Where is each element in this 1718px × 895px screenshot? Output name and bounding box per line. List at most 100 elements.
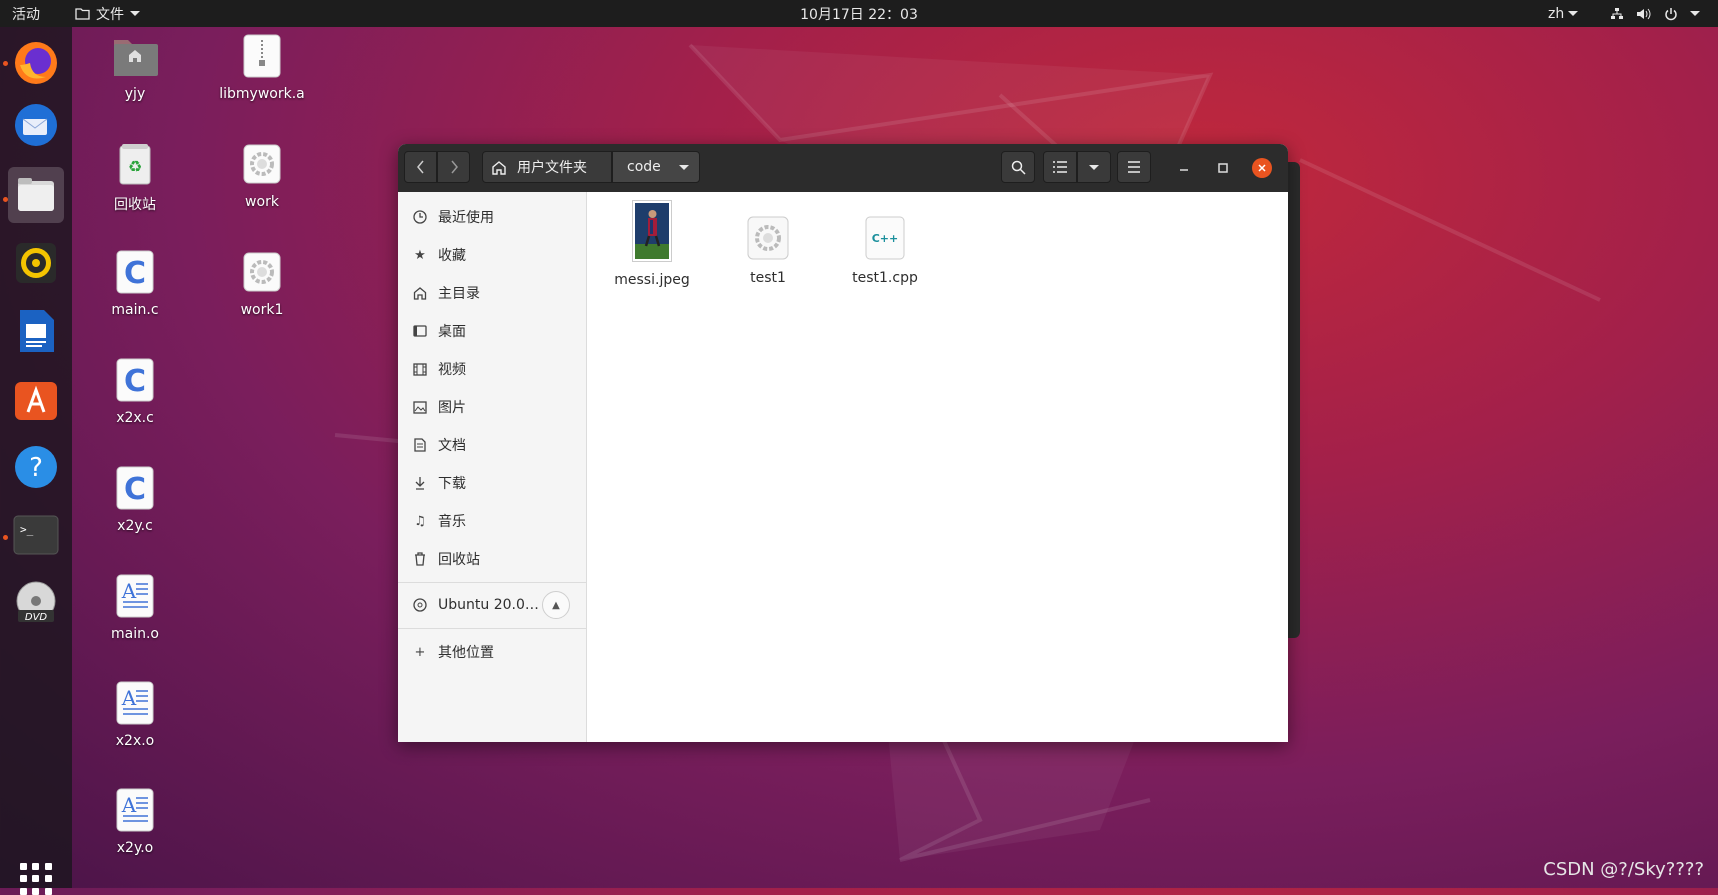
star-icon: ★ bbox=[414, 247, 426, 263]
music-icon: ♫ bbox=[414, 513, 426, 529]
close-button[interactable] bbox=[1252, 158, 1272, 178]
sidebar: 最近使用 ★ 收藏 主目录 桌面 视频 图片 文档 下载 ♫ 音乐 回收站 Ub… bbox=[398, 192, 587, 742]
sidebar-item-label: 音乐 bbox=[438, 514, 466, 530]
sidebar-item-recent[interactable]: 最近使用 bbox=[398, 198, 586, 236]
dvd-launcher[interactable]: DVD bbox=[8, 575, 64, 631]
thunderbird-launcher[interactable] bbox=[8, 97, 64, 153]
trash-icon: ♻ bbox=[119, 144, 151, 185]
sidebar-item-label: 主目录 bbox=[438, 286, 480, 302]
view-list-button[interactable] bbox=[1043, 151, 1077, 183]
chevron-down-icon bbox=[130, 11, 140, 16]
svg-text:>_: >_ bbox=[20, 523, 34, 536]
sidebar-item-desktop[interactable]: 桌面 bbox=[398, 312, 586, 350]
dock: ? >_ DVD bbox=[0, 27, 72, 895]
file-name: test1.cpp bbox=[852, 270, 918, 286]
sidebar-item-home[interactable]: 主目录 bbox=[398, 274, 586, 312]
c-source-icon: C bbox=[116, 358, 154, 402]
terminal-icon: >_ bbox=[13, 515, 59, 555]
trash-icon bbox=[412, 551, 428, 567]
view-options-button[interactable] bbox=[1077, 151, 1111, 183]
desktop-icon-label: x2y.o bbox=[116, 840, 154, 856]
maximize-button[interactable] bbox=[1213, 158, 1233, 178]
desktop-icon-libmywork[interactable]: libmywork.a bbox=[212, 34, 312, 102]
path-home-button[interactable]: 用户文件夹 bbox=[482, 151, 612, 183]
language-label: zh bbox=[1548, 5, 1565, 22]
desktop-icon-x2y-o[interactable]: A x2y.o bbox=[85, 788, 185, 856]
files-icon bbox=[18, 178, 54, 211]
firefox-launcher[interactable] bbox=[8, 35, 64, 91]
desktop-icon-work1[interactable]: work1 bbox=[212, 250, 312, 318]
terminal-launcher[interactable]: >_ bbox=[8, 507, 64, 563]
sidebar-item-label: 最近使用 bbox=[438, 210, 494, 226]
close-icon bbox=[1258, 164, 1266, 172]
desktop-icon-x2y-c[interactable]: C x2y.c bbox=[85, 466, 185, 534]
writer-launcher[interactable] bbox=[8, 303, 64, 359]
desktop-icon-label: work1 bbox=[240, 302, 284, 318]
desktop-icon-label: main.c bbox=[111, 302, 159, 318]
menu-button[interactable] bbox=[1117, 151, 1151, 183]
forward-button[interactable] bbox=[437, 151, 470, 183]
files-launcher[interactable] bbox=[8, 167, 64, 223]
desktop-icon-main-c[interactable]: C main.c bbox=[85, 250, 185, 318]
search-icon bbox=[1011, 160, 1026, 175]
clock-container: 10月17日 22：03 bbox=[0, 0, 1718, 27]
folder-icon bbox=[75, 8, 90, 20]
activities-button[interactable]: 活动 bbox=[12, 0, 40, 27]
path-current-button[interactable]: code bbox=[612, 151, 700, 183]
language-indicator[interactable]: zh bbox=[1548, 0, 1579, 27]
back-button[interactable] bbox=[404, 151, 437, 183]
desktop-icon-home[interactable]: yjy bbox=[85, 34, 185, 102]
cpp-source-icon: C++ bbox=[865, 216, 905, 260]
home-folder-icon bbox=[114, 40, 158, 76]
sidebar-item-documents[interactable]: 文档 bbox=[398, 426, 586, 464]
minimize-button[interactable] bbox=[1174, 158, 1194, 178]
sidebar-item-downloads[interactable]: 下载 bbox=[398, 464, 586, 502]
sidebar-item-music[interactable]: ♫ 音乐 bbox=[398, 502, 586, 540]
desktop-icon-label: x2y.c bbox=[117, 518, 153, 534]
sidebar-item-device[interactable]: Ubuntu 20.0… ▲ bbox=[398, 586, 586, 624]
app-menu-label: 文件 bbox=[96, 6, 124, 23]
watermark: CSDN @?/Sky???? bbox=[1543, 859, 1704, 880]
sidebar-item-pictures[interactable]: 图片 bbox=[398, 388, 586, 426]
system-status-menu[interactable] bbox=[1610, 0, 1700, 27]
volume-icon bbox=[1637, 8, 1651, 19]
desktop-icon-x2x-o[interactable]: A x2x.o bbox=[85, 681, 185, 749]
app-menu[interactable]: 文件 bbox=[75, 0, 140, 27]
sidebar-item-starred[interactable]: ★ 收藏 bbox=[398, 236, 586, 274]
executable-icon bbox=[747, 216, 789, 260]
minimize-icon bbox=[1180, 169, 1188, 171]
show-applications-icon[interactable] bbox=[20, 863, 52, 895]
sidebar-item-other-locations[interactable]: + 其他位置 bbox=[398, 633, 586, 671]
help-launcher[interactable]: ? bbox=[8, 439, 64, 495]
video-icon bbox=[412, 361, 428, 377]
search-button[interactable] bbox=[1001, 151, 1035, 183]
sidebar-item-label: 下载 bbox=[438, 476, 466, 492]
file-item[interactable]: test1 bbox=[720, 216, 816, 286]
c-source-icon: C bbox=[116, 250, 154, 294]
download-icon bbox=[412, 475, 428, 491]
desktop-icon-x2x-c[interactable]: C x2x.c bbox=[85, 358, 185, 426]
file-item[interactable]: C++ test1.cpp bbox=[837, 216, 933, 286]
rhythmbox-launcher[interactable] bbox=[8, 235, 64, 291]
chevron-left-icon bbox=[416, 160, 424, 174]
plus-icon: + bbox=[414, 644, 426, 660]
clock[interactable]: 10月17日 22：03 bbox=[800, 4, 918, 24]
eject-icon[interactable]: ▲ bbox=[542, 591, 570, 619]
sidebar-item-label: 视频 bbox=[438, 362, 466, 378]
header-bar: 用户文件夹 code bbox=[398, 144, 1288, 193]
svg-text:C++: C++ bbox=[872, 232, 899, 245]
sidebar-item-label: 其他位置 bbox=[438, 645, 494, 661]
desktop-icon-label: work bbox=[245, 194, 279, 210]
desktop-icon-label: x2x.c bbox=[116, 410, 154, 426]
home-icon bbox=[492, 160, 506, 175]
file-view: messi.jpeg test1 C++ test1.cpp bbox=[587, 192, 1288, 742]
software-launcher[interactable] bbox=[8, 371, 64, 427]
top-bar: 活动 文件 10月17日 22：03 zh bbox=[0, 0, 1718, 27]
desktop-icon-work[interactable]: work bbox=[212, 142, 312, 210]
desktop-icon-trash[interactable]: ♻ 回收站 bbox=[85, 142, 185, 214]
sidebar-item-trash[interactable]: 回收站 bbox=[398, 540, 586, 578]
file-item[interactable]: messi.jpeg bbox=[604, 200, 700, 288]
desktop-icon bbox=[412, 323, 428, 339]
desktop-icon-main-o[interactable]: A main.o bbox=[85, 574, 185, 642]
sidebar-item-videos[interactable]: 视频 bbox=[398, 350, 586, 388]
